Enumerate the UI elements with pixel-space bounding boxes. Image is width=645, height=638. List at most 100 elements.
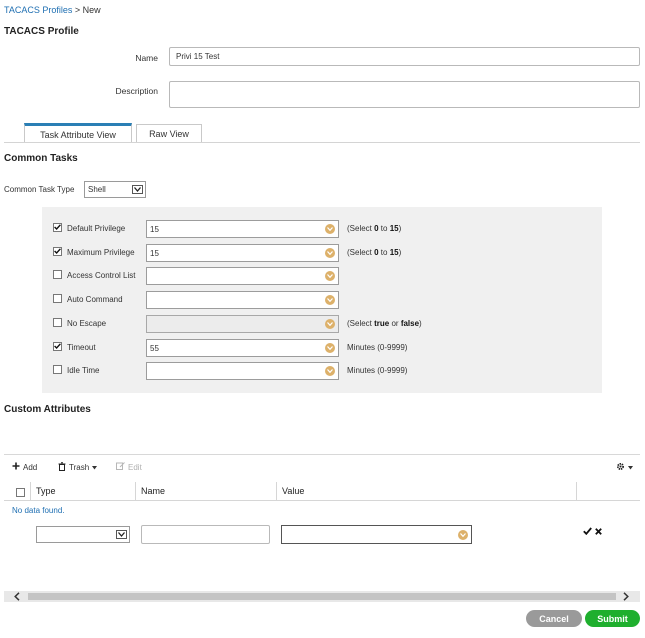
chevron-down-icon xyxy=(116,530,127,539)
description-field[interactable] xyxy=(169,81,640,108)
custom-attributes-title: Custom Attributes xyxy=(4,404,91,415)
task-value: 15 xyxy=(150,224,159,234)
chevron-down-icon[interactable] xyxy=(458,529,468,540)
hint-text: (Select xyxy=(347,248,375,257)
hint-text: or xyxy=(389,319,401,328)
empty-grid-message: No data found. xyxy=(12,506,65,515)
task-checkbox[interactable] xyxy=(53,294,62,303)
checkmark-icon xyxy=(54,223,61,232)
caret-down-icon xyxy=(92,463,98,472)
tab-label: Raw View xyxy=(149,129,189,139)
close-icon[interactable] xyxy=(595,527,602,537)
scrollbar-thumb[interactable] xyxy=(28,593,616,600)
new-row-type-select[interactable] xyxy=(36,526,130,543)
grid-header xyxy=(4,482,640,501)
chevron-down-icon[interactable] xyxy=(325,295,335,305)
column-divider xyxy=(135,482,136,501)
task-hint: (Select 0 to 15) xyxy=(347,224,401,233)
checkmark-icon xyxy=(54,247,61,256)
common-task-type-value: Shell xyxy=(88,185,106,194)
hint-bold: 15 xyxy=(389,224,399,233)
task-value-combo[interactable] xyxy=(146,291,339,309)
task-checkbox[interactable] xyxy=(53,318,62,327)
hint-text: ) xyxy=(398,224,402,233)
task-value-combo[interactable] xyxy=(146,267,339,285)
task-hint: Minutes (0-9999) xyxy=(347,343,407,352)
cancel-button[interactable]: Cancel xyxy=(526,610,582,627)
task-label: Auto Command xyxy=(67,295,123,304)
chevron-down-icon[interactable] xyxy=(325,366,335,376)
chevron-down-icon[interactable] xyxy=(325,319,335,329)
column-header-type[interactable]: Type xyxy=(36,486,56,496)
hint-text: to xyxy=(378,224,390,233)
task-value-combo[interactable] xyxy=(146,362,339,380)
column-header-name[interactable]: Name xyxy=(141,486,165,496)
add-button-label: Add xyxy=(23,462,38,472)
task-checkbox[interactable] xyxy=(53,223,62,232)
trash-icon xyxy=(58,462,66,473)
task-value: 15 xyxy=(150,248,159,258)
breadcrumb: TACACS Profiles > New xyxy=(4,5,101,15)
name-label: Name xyxy=(135,53,158,63)
column-divider xyxy=(276,482,277,501)
chevron-down-icon[interactable] xyxy=(325,248,335,258)
task-value-combo[interactable] xyxy=(146,315,339,333)
hint-text: Minutes (0-9999) xyxy=(347,343,408,352)
common-task-type-select[interactable]: Shell xyxy=(84,181,146,198)
task-value-combo[interactable]: 15 xyxy=(146,220,339,238)
hint-text: (Select xyxy=(347,224,375,233)
task-label: Maximum Privilege xyxy=(67,248,135,257)
tab-raw-view[interactable]: Raw View xyxy=(136,124,202,143)
page-title: TACACS Profile xyxy=(4,26,79,37)
name-field[interactable] xyxy=(169,47,640,66)
chevron-down-icon[interactable] xyxy=(325,224,335,234)
task-label: Default Privilege xyxy=(67,224,126,233)
task-checkbox[interactable] xyxy=(53,270,62,279)
tabs-divider xyxy=(4,142,640,143)
task-label: Idle Time xyxy=(67,366,100,375)
add-button[interactable]: Add xyxy=(12,462,37,472)
task-checkbox[interactable] xyxy=(53,247,62,256)
task-value-combo[interactable]: 55 xyxy=(146,339,339,357)
edit-button[interactable]: Edit xyxy=(116,462,142,472)
task-label: No Escape xyxy=(67,319,107,328)
plus-icon xyxy=(12,462,20,472)
breadcrumb-separator: > xyxy=(72,5,83,15)
task-checkbox[interactable] xyxy=(53,365,62,374)
task-value-combo[interactable]: 15 xyxy=(146,244,339,262)
chevron-down-icon[interactable] xyxy=(325,343,335,353)
task-label: Timeout xyxy=(67,343,96,352)
chevron-down-icon[interactable] xyxy=(325,271,335,281)
common-tasks-title: Common Tasks xyxy=(4,153,78,164)
hint-text: ) xyxy=(398,248,402,257)
chevron-right-icon[interactable] xyxy=(623,592,629,603)
breadcrumb-current: New xyxy=(82,5,101,15)
hint-text: (Select xyxy=(347,319,375,328)
hint-text: to xyxy=(378,248,390,257)
tab-label: Task Attribute View xyxy=(40,129,116,140)
hint-text: Minutes (0-9999) xyxy=(347,366,408,375)
chevron-down-icon xyxy=(132,185,143,194)
caret-down-icon xyxy=(628,463,633,472)
toolbar-divider xyxy=(4,454,640,455)
submit-button[interactable]: Submit xyxy=(585,610,640,627)
column-header-value[interactable]: Value xyxy=(282,486,304,496)
breadcrumb-link-tacacs-profiles[interactable]: TACACS Profiles xyxy=(4,5,72,15)
hint-text: ) xyxy=(419,319,422,328)
description-label: Description xyxy=(115,86,158,96)
checkmark-icon xyxy=(54,342,61,351)
task-label: Access Control List xyxy=(67,271,136,280)
new-row-value-combo[interactable] xyxy=(281,525,472,544)
hint-bold: 15 xyxy=(389,248,399,257)
column-divider xyxy=(30,482,31,501)
new-row-name-input[interactable] xyxy=(141,525,270,544)
gear-menu-button[interactable] xyxy=(616,462,633,473)
task-hint: (Select 0 to 15) xyxy=(347,248,401,257)
tab-task-attribute-view[interactable]: Task Attribute View xyxy=(24,123,132,143)
select-all-checkbox[interactable] xyxy=(16,488,25,497)
edit-icon xyxy=(116,462,125,472)
checkmark-icon[interactable] xyxy=(583,527,592,537)
trash-button[interactable]: Trash xyxy=(58,462,98,473)
task-checkbox[interactable] xyxy=(53,342,62,351)
chevron-left-icon[interactable] xyxy=(14,592,20,603)
